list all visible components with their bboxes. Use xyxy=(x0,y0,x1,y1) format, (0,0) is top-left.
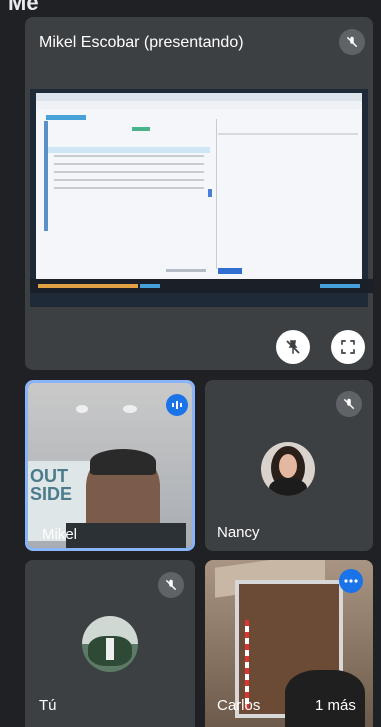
participant-name-carlos: Carlos xyxy=(217,697,261,714)
speaking-icon xyxy=(166,394,188,416)
mic-off-icon xyxy=(158,572,184,598)
presenter-name: Mikel Escobar (presentando) xyxy=(39,34,244,51)
fullscreen-icon xyxy=(341,340,355,354)
more-options-icon[interactable] xyxy=(339,569,363,593)
pin-off-icon xyxy=(286,340,300,354)
shared-window xyxy=(36,93,362,279)
shared-taskbar xyxy=(30,279,373,293)
mic-off-icon xyxy=(339,29,365,55)
participant-name-nancy: Nancy xyxy=(217,524,260,541)
participant-name-you: Tú xyxy=(39,697,57,714)
participant-tile-nancy[interactable]: Nancy xyxy=(205,380,373,551)
avatar-nancy xyxy=(261,442,315,496)
app-logo: Me xyxy=(8,0,42,12)
participant-tile-carlos[interactable]: Carlos 1 más xyxy=(205,560,373,727)
participant-tile-mikel[interactable]: OUT SIDE Mikel xyxy=(25,380,195,551)
avatar-you xyxy=(82,616,138,672)
pin-off-button[interactable] xyxy=(276,330,310,364)
participant-name-mikel: Mikel xyxy=(42,526,78,543)
more-participants-label: 1 más xyxy=(315,697,356,714)
participant-tile-you[interactable]: Tú xyxy=(25,560,195,727)
presenter-tile[interactable]: Mikel Escobar (presentando) xyxy=(25,17,373,370)
shared-screen xyxy=(30,89,373,307)
fullscreen-button[interactable] xyxy=(331,330,365,364)
mic-off-icon xyxy=(336,391,362,417)
